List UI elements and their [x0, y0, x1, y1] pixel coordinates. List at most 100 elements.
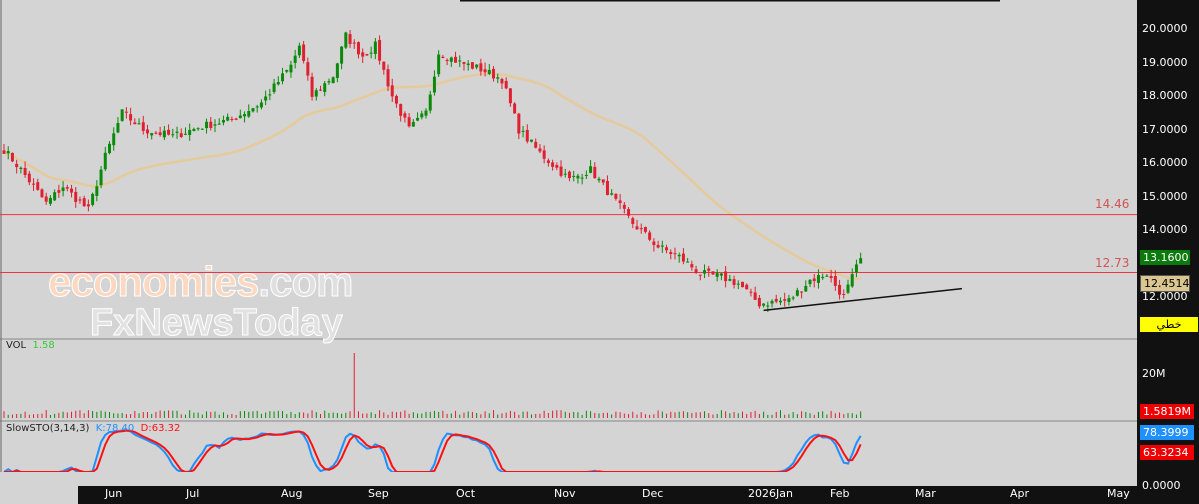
- candle: [179, 133, 183, 138]
- candle: [40, 189, 44, 198]
- candle: [281, 73, 285, 82]
- candle: [196, 128, 200, 130]
- time-label: 2026Jan: [748, 487, 793, 500]
- candle: [673, 253, 677, 255]
- stoch-pane-label: SlowSTO(3,14,3) K:78.40 D:63.32: [6, 423, 181, 434]
- candle: [589, 166, 593, 173]
- candle: [411, 122, 415, 127]
- candle: [48, 197, 52, 204]
- candle: [141, 122, 145, 131]
- candle: [183, 133, 187, 135]
- candle: [715, 273, 719, 277]
- candle: [757, 297, 761, 307]
- candle: [167, 129, 171, 135]
- candle: [812, 278, 816, 282]
- time-label: Apr: [1010, 487, 1030, 500]
- candle: [103, 152, 107, 170]
- candle: [365, 54, 369, 56]
- candle: [15, 163, 19, 168]
- candle: [112, 133, 116, 146]
- candle: [276, 81, 280, 85]
- candle: [475, 64, 479, 68]
- candle: [648, 232, 652, 240]
- candle: [432, 76, 436, 93]
- candle: [145, 129, 149, 134]
- stoch-d-badge: 63.3234: [1140, 445, 1194, 460]
- candle: [601, 179, 605, 183]
- candle: [399, 103, 403, 116]
- candle: [555, 165, 559, 168]
- candle: [133, 122, 137, 125]
- candle: [660, 245, 664, 247]
- candle: [690, 264, 694, 268]
- candle: [656, 244, 660, 248]
- time-label: Nov: [554, 487, 576, 500]
- candle: [238, 115, 242, 119]
- candle: [209, 121, 213, 128]
- price-tick: 17.0000: [1142, 122, 1188, 136]
- candle: [669, 252, 673, 255]
- price-tick: 20.0000: [1142, 22, 1188, 35]
- candle: [272, 83, 276, 93]
- candle: [268, 94, 272, 96]
- candle: [428, 94, 432, 111]
- candle: [833, 276, 837, 286]
- candle: [6, 151, 10, 154]
- candle: [205, 121, 209, 129]
- candle: [551, 162, 555, 167]
- candle: [559, 166, 563, 176]
- candle: [344, 32, 348, 48]
- candle: [340, 46, 344, 64]
- candle: [496, 77, 500, 79]
- time-axis[interactable]: [78, 486, 1137, 504]
- price-tick: 15.0000: [1142, 189, 1188, 203]
- candle: [154, 132, 158, 134]
- time-label: Aug: [281, 487, 303, 500]
- candle: [10, 152, 14, 162]
- candle: [36, 182, 40, 190]
- line-tool-badge[interactable]: خطي: [1140, 317, 1198, 332]
- candle: [95, 186, 99, 196]
- candle: [327, 81, 331, 83]
- candle: [732, 279, 736, 285]
- candle: [563, 173, 567, 175]
- candle: [124, 111, 128, 113]
- moving-average-line: [3, 72, 861, 281]
- candle: [348, 34, 352, 44]
- candle: [707, 268, 711, 271]
- candle: [762, 303, 766, 306]
- candle: [652, 241, 656, 246]
- candle: [508, 88, 512, 104]
- candle: [61, 187, 65, 192]
- volume-badge: 1.5819M: [1140, 404, 1194, 419]
- candle: [449, 57, 453, 62]
- candle: [369, 52, 373, 54]
- candle: [27, 173, 31, 183]
- candle: [546, 160, 550, 163]
- candle: [584, 174, 588, 176]
- candle: [846, 284, 850, 293]
- candle: [854, 264, 858, 273]
- candle: [694, 269, 698, 273]
- level-label-1: 14.46: [1095, 197, 1130, 211]
- candle: [264, 96, 268, 101]
- candle: [466, 63, 470, 66]
- candle: [2, 150, 6, 154]
- candle: [57, 190, 61, 193]
- candle: [825, 275, 829, 277]
- candle: [78, 199, 82, 201]
- candle: [221, 119, 225, 123]
- stoch-pane-bottom: [0, 472, 1137, 486]
- price-tick: 14.0000: [1142, 223, 1188, 236]
- candle: [605, 180, 609, 196]
- candle: [677, 254, 681, 257]
- candle: [639, 228, 643, 230]
- candle: [230, 118, 234, 120]
- candle: [445, 59, 449, 61]
- candle: [513, 103, 517, 114]
- candle: [285, 69, 289, 72]
- time-label: Jul: [186, 487, 200, 500]
- candle: [386, 69, 390, 87]
- candle: [479, 63, 483, 72]
- candle: [635, 226, 639, 230]
